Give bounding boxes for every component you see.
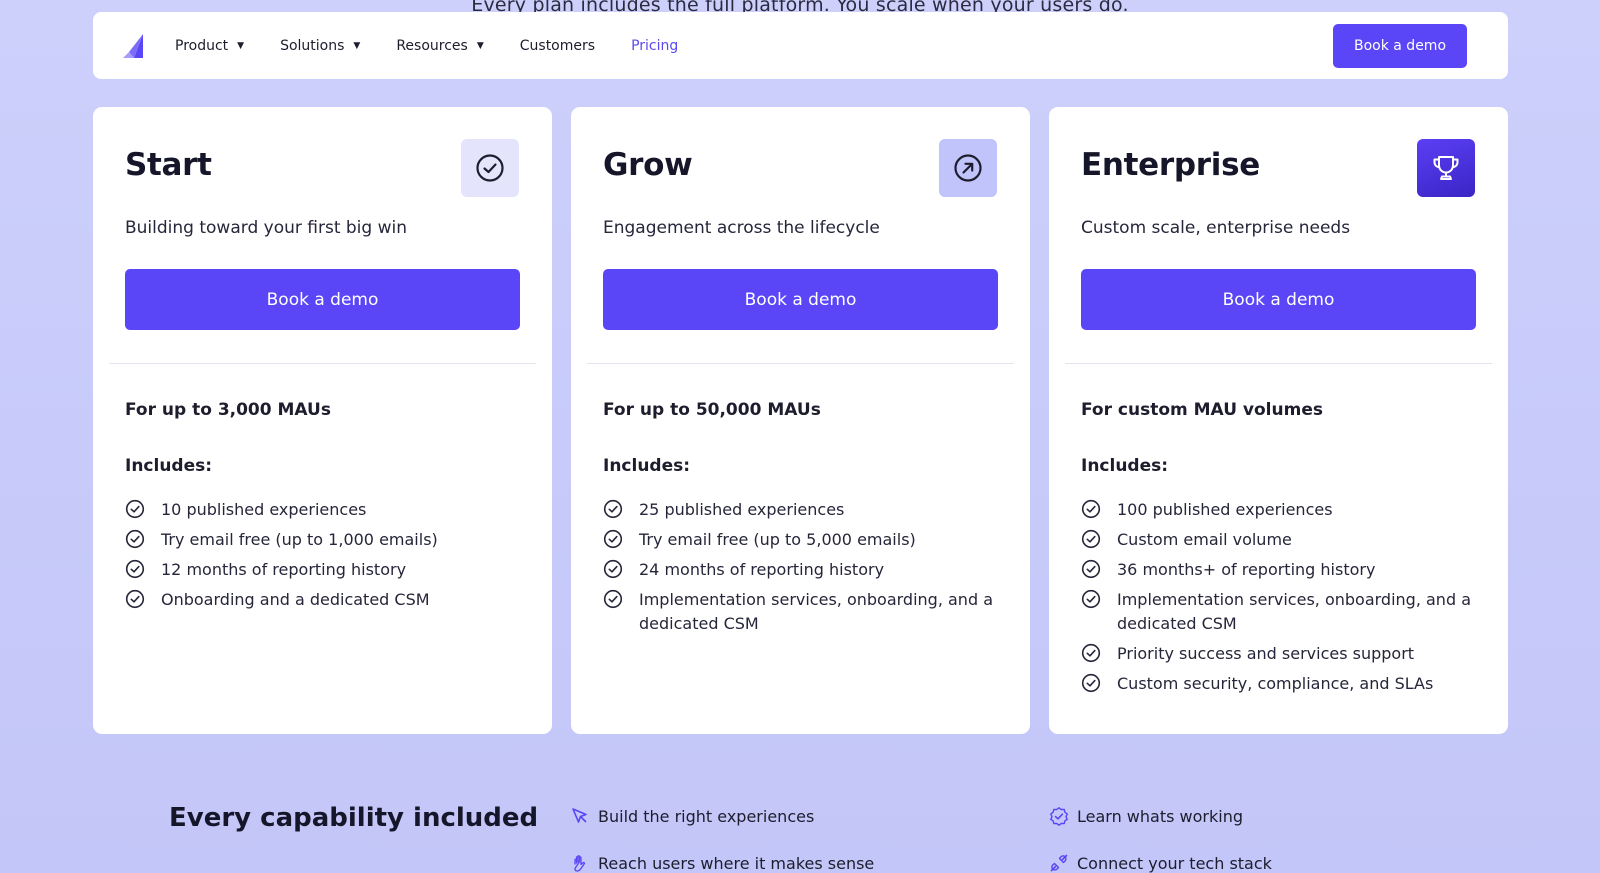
capability-label: Learn whats working bbox=[1077, 806, 1243, 826]
capability-item[interactable]: Build the right experiences bbox=[570, 806, 814, 826]
top-navigation: Product ▼ Solutions ▼ Resources ▼ Custom… bbox=[93, 12, 1508, 79]
includes-label: Includes: bbox=[125, 456, 213, 476]
feature-text: Implementation services, onboarding, and… bbox=[639, 590, 993, 633]
feature-text: 10 published experiences bbox=[161, 500, 367, 519]
book-demo-button[interactable]: Book a demo bbox=[125, 269, 520, 330]
check-circle-icon bbox=[125, 529, 145, 549]
feature-text: Custom email volume bbox=[1117, 530, 1292, 549]
hand-wave-icon bbox=[574, 855, 586, 872]
feature-text: Onboarding and a dedicated CSM bbox=[161, 590, 430, 609]
book-demo-button[interactable]: Book a demo bbox=[1081, 269, 1476, 330]
list-item: Try email free (up to 1,000 emails) bbox=[125, 528, 525, 552]
card-divider bbox=[587, 363, 1014, 364]
trophy-icon bbox=[1417, 139, 1475, 197]
feature-text: 36 months+ of reporting history bbox=[1117, 560, 1376, 579]
plan-subtitle: Custom scale, enterprise needs bbox=[1081, 218, 1351, 238]
list-item: Custom security, compliance, and SLAs bbox=[1081, 672, 1481, 696]
list-item: Implementation services, onboarding, and… bbox=[1081, 588, 1481, 636]
plan-mau-limit: For custom MAU volumes bbox=[1081, 400, 1323, 420]
check-circle-icon bbox=[125, 559, 145, 579]
feature-text: 100 published experiences bbox=[1117, 500, 1333, 519]
plan-card-start: Start Building toward your first big win… bbox=[93, 107, 552, 734]
brand-logo-icon[interactable] bbox=[123, 33, 143, 58]
feature-text: 24 months of reporting history bbox=[639, 560, 885, 579]
capability-label: Build the right experiences bbox=[598, 806, 815, 826]
plan-mau-limit: For up to 50,000 MAUs bbox=[603, 400, 821, 420]
nav-item-customers[interactable]: Customers bbox=[520, 38, 595, 54]
plan-title: Grow bbox=[603, 147, 693, 183]
plan-card-grow: Grow Engagement across the lifecycle Boo… bbox=[571, 107, 1030, 734]
nav-item-label: Pricing bbox=[631, 37, 679, 54]
list-item: Onboarding and a dedicated CSM bbox=[125, 588, 525, 612]
includes-label: Includes: bbox=[603, 456, 691, 476]
check-circle-icon bbox=[1081, 499, 1101, 519]
feature-text: 12 months of reporting history bbox=[161, 560, 407, 579]
caret-down-icon: ▼ bbox=[476, 40, 484, 51]
arrow-up-right-circle-icon bbox=[939, 139, 997, 197]
capability-item[interactable]: Reach users where it makes sense bbox=[570, 853, 874, 873]
capability-item[interactable]: Connect your tech stack bbox=[1049, 853, 1272, 873]
nav-item-product[interactable]: Product ▼ bbox=[175, 38, 244, 54]
plan-title: Enterprise bbox=[1081, 147, 1260, 183]
card-divider bbox=[109, 363, 536, 364]
plug-icon bbox=[1050, 854, 1068, 872]
nav-item-solutions[interactable]: Solutions ▼ bbox=[280, 38, 360, 54]
list-item: 100 published experiences bbox=[1081, 498, 1481, 522]
list-item: Implementation services, onboarding, and… bbox=[603, 588, 1003, 636]
cursor-click-icon bbox=[572, 808, 587, 823]
nav-book-demo-button[interactable]: Book a demo bbox=[1333, 23, 1467, 68]
check-circle-icon bbox=[603, 559, 623, 579]
caret-down-icon: ▼ bbox=[237, 40, 245, 51]
list-item: Priority success and services support bbox=[1081, 642, 1481, 666]
badge-check-icon bbox=[1050, 807, 1068, 826]
caret-down-icon: ▼ bbox=[353, 40, 361, 51]
check-circle-icon bbox=[603, 529, 623, 549]
plan-subtitle: Building toward your first big win bbox=[125, 218, 408, 238]
plan-card-enterprise: Enterprise Custom scale, enterprise need… bbox=[1049, 107, 1508, 734]
list-item: 24 months of reporting history bbox=[603, 558, 1003, 582]
check-circle-icon bbox=[1081, 559, 1101, 579]
list-item: Try email free (up to 5,000 emails) bbox=[603, 528, 1003, 552]
book-demo-button[interactable]: Book a demo bbox=[603, 269, 998, 330]
capabilities-title: Every capability included bbox=[169, 803, 539, 833]
check-circle-icon bbox=[125, 499, 145, 519]
includes-label: Includes: bbox=[1081, 456, 1169, 476]
feature-text: Try email free (up to 1,000 emails) bbox=[161, 530, 438, 549]
feature-list: 100 published experiences Custom email v… bbox=[1081, 498, 1481, 702]
feature-text: Try email free (up to 5,000 emails) bbox=[639, 530, 916, 549]
capability-label: Connect your tech stack bbox=[1077, 853, 1272, 873]
capability-item[interactable]: Learn whats working bbox=[1049, 806, 1243, 826]
nav-item-label: Solutions bbox=[280, 37, 345, 54]
feature-text: Priority success and services support bbox=[1117, 644, 1415, 663]
list-item: 25 published experiences bbox=[603, 498, 1003, 522]
list-item: 12 months of reporting history bbox=[125, 558, 525, 582]
nav-item-pricing[interactable]: Pricing bbox=[631, 38, 678, 54]
plan-mau-limit: For up to 3,000 MAUs bbox=[125, 400, 331, 420]
feature-list: 10 published experiences Try email free … bbox=[125, 498, 525, 618]
nav-item-label: Customers bbox=[519, 37, 596, 54]
feature-text: 25 published experiences bbox=[639, 500, 845, 519]
check-circle-icon bbox=[461, 139, 519, 197]
feature-text: Implementation services, onboarding, and… bbox=[1117, 590, 1471, 633]
plan-subtitle: Engagement across the lifecycle bbox=[603, 218, 880, 238]
card-divider bbox=[1065, 363, 1492, 364]
check-circle-icon bbox=[1081, 643, 1101, 663]
plan-title: Start bbox=[125, 147, 212, 183]
feature-text: Custom security, compliance, and SLAs bbox=[1117, 674, 1434, 693]
check-circle-icon bbox=[1081, 529, 1101, 549]
check-circle-icon bbox=[1081, 673, 1101, 693]
check-circle-icon bbox=[603, 499, 623, 519]
nav-item-resources[interactable]: Resources ▼ bbox=[396, 38, 483, 54]
check-circle-icon bbox=[1081, 589, 1101, 609]
check-circle-icon bbox=[603, 589, 623, 609]
list-item: 10 published experiences bbox=[125, 498, 525, 522]
nav-item-label: Product bbox=[175, 37, 229, 54]
nav-item-label: Resources bbox=[396, 37, 468, 54]
list-item: 36 months+ of reporting history bbox=[1081, 558, 1481, 582]
check-circle-icon bbox=[125, 589, 145, 609]
capability-label: Reach users where it makes sense bbox=[598, 853, 875, 873]
list-item: Custom email volume bbox=[1081, 528, 1481, 552]
feature-list: 25 published experiences Try email free … bbox=[603, 498, 1003, 642]
